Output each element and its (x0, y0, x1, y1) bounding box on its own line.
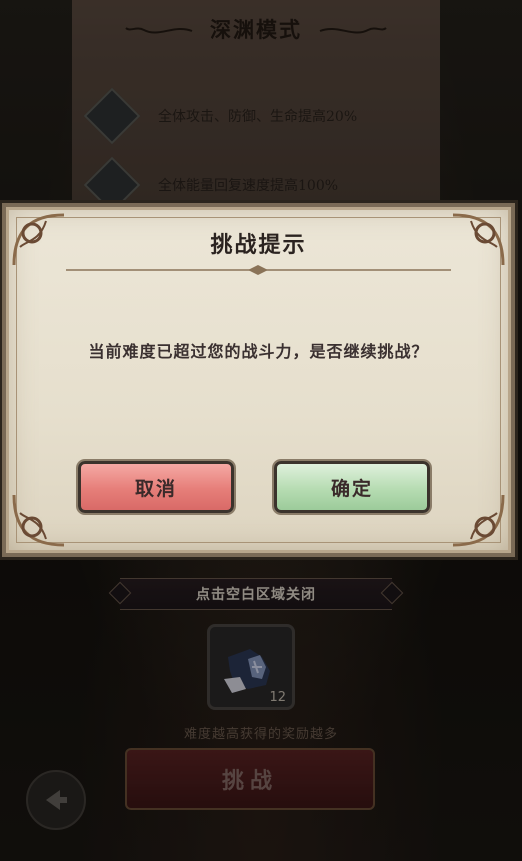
corner-ornament-icon (452, 494, 505, 547)
confirm-label: 确定 (330, 477, 373, 500)
challenge-confirm-dialog: 挑战提示 当前难度已超过您的战斗力，是否继续挑战？ 取消 确定 (2, 203, 515, 557)
dialog-message: 当前难度已超过您的战斗力，是否继续挑战？ (88, 342, 429, 361)
dialog-title: 挑战提示 (210, 232, 307, 258)
cancel-button[interactable]: 取消 (78, 461, 234, 513)
corner-ornament-icon (12, 494, 65, 547)
cancel-label: 取消 (134, 477, 177, 500)
title-divider (66, 265, 451, 275)
confirm-button[interactable]: 确定 (274, 461, 430, 513)
